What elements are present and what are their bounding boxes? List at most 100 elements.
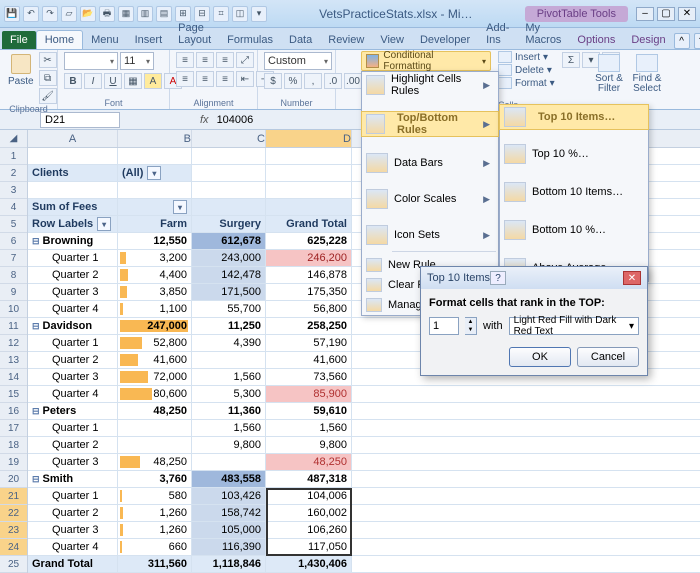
cell[interactable]: 52,800: [118, 335, 192, 351]
cell[interactable]: [192, 199, 266, 215]
tab-design[interactable]: Design: [623, 31, 673, 49]
close-button[interactable]: ✕: [678, 7, 696, 21]
cell[interactable]: 85,900: [266, 386, 352, 402]
row-header[interactable]: 10: [0, 301, 27, 318]
row-header[interactable]: 5: [0, 216, 27, 233]
qat-icon[interactable]: ◫: [232, 6, 248, 22]
cell[interactable]: [28, 182, 118, 198]
tab-review[interactable]: Review: [320, 31, 372, 49]
cell[interactable]: Quarter 2: [28, 267, 118, 283]
cell[interactable]: 1,260: [118, 505, 192, 521]
format-cells-button[interactable]: Format ▾: [498, 77, 555, 89]
cell[interactable]: [266, 199, 352, 215]
menu-highlight-cells[interactable]: Highlight Cells Rules▶: [362, 72, 498, 98]
tab-formulas[interactable]: Formulas: [219, 31, 281, 49]
cell[interactable]: [266, 148, 352, 164]
cell[interactable]: 160,002: [266, 505, 352, 521]
cell[interactable]: 246,200: [266, 250, 352, 266]
align-bottom-icon[interactable]: ≡: [216, 52, 234, 68]
cell[interactable]: 1,430,406: [266, 556, 352, 572]
tab-menu[interactable]: Menu: [83, 31, 127, 49]
fx-icon[interactable]: fx: [200, 114, 209, 126]
cell[interactable]: 311,560: [118, 556, 192, 572]
cell[interactable]: 56,800: [266, 301, 352, 317]
row-header[interactable]: 11: [0, 318, 27, 335]
cell[interactable]: 57,190: [266, 335, 352, 351]
row-header[interactable]: 2: [0, 165, 27, 182]
cell[interactable]: 116,390: [192, 539, 266, 555]
cell[interactable]: 1,560: [192, 369, 266, 385]
format-painter-icon[interactable]: 🖌: [39, 88, 57, 104]
row-header[interactable]: 18: [0, 437, 27, 454]
tab-file[interactable]: File: [2, 31, 36, 49]
new-icon[interactable]: ▱: [61, 6, 77, 22]
currency-icon[interactable]: $: [264, 73, 282, 89]
cell[interactable]: 1,100: [118, 301, 192, 317]
cell[interactable]: 106,260: [266, 522, 352, 538]
font-combo[interactable]: ▾: [64, 52, 118, 70]
row-header[interactable]: 8: [0, 267, 27, 284]
cell[interactable]: 3,760: [118, 471, 192, 487]
print-icon[interactable]: 🖶: [99, 6, 115, 22]
cell[interactable]: Quarter 1: [28, 335, 118, 351]
row-filter-dropdown[interactable]: ▾: [97, 217, 111, 231]
cell[interactable]: 9,800: [266, 437, 352, 453]
cell[interactable]: 80,600: [118, 386, 192, 402]
cell[interactable]: 243,000: [192, 250, 266, 266]
cell[interactable]: 5,300: [192, 386, 266, 402]
cell[interactable]: 41,600: [266, 352, 352, 368]
row-header[interactable]: 9: [0, 284, 27, 301]
cell[interactable]: [192, 352, 266, 368]
align-center-icon[interactable]: ≡: [196, 71, 214, 87]
menu-icon-sets[interactable]: Icon Sets▶: [362, 222, 498, 248]
cell[interactable]: 103,426: [192, 488, 266, 504]
cell[interactable]: [118, 420, 192, 436]
border-icon[interactable]: ▦: [124, 73, 142, 89]
row-header[interactable]: 16: [0, 403, 27, 420]
cell[interactable]: 72,000: [118, 369, 192, 385]
cell[interactable]: 175,350: [266, 284, 352, 300]
cell[interactable]: 158,742: [192, 505, 266, 521]
cell[interactable]: 104,006: [266, 488, 352, 504]
cell[interactable]: [266, 182, 352, 198]
open-icon[interactable]: 📂: [80, 6, 96, 22]
cell[interactable]: [28, 148, 118, 164]
row-header[interactable]: 1: [0, 148, 27, 165]
cell[interactable]: ⊟Browning: [28, 233, 118, 249]
align-middle-icon[interactable]: ≡: [196, 52, 214, 68]
row-header[interactable]: 24: [0, 539, 27, 556]
row-header[interactable]: 3: [0, 182, 27, 199]
cell[interactable]: Farm: [118, 216, 192, 232]
cell[interactable]: 258,250: [266, 318, 352, 334]
select-all-corner[interactable]: ◢: [0, 130, 27, 148]
italic-icon[interactable]: I: [84, 73, 102, 89]
cell[interactable]: 59,610: [266, 403, 352, 419]
cell[interactable]: Grand Total: [266, 216, 352, 232]
row-header[interactable]: 4: [0, 199, 27, 216]
rank-count-input[interactable]: 1: [429, 317, 459, 335]
cell[interactable]: (All)▾: [118, 165, 192, 181]
insert-cells-button[interactable]: Insert ▾: [498, 51, 555, 63]
underline-icon[interactable]: U: [104, 73, 122, 89]
font-size-combo[interactable]: 11▾: [120, 52, 154, 70]
submenu-top10-pct[interactable]: Top 10 %…: [500, 141, 648, 167]
cell[interactable]: 171,500: [192, 284, 266, 300]
spinner-buttons[interactable]: ▲▼: [465, 317, 477, 335]
help-icon[interactable]: ?: [694, 33, 700, 49]
tab-view[interactable]: View: [372, 31, 412, 49]
cell[interactable]: 4,400: [118, 267, 192, 283]
menu-color-scales[interactable]: Color Scales▶: [362, 186, 498, 212]
cut-icon[interactable]: ✂: [39, 52, 57, 68]
cell[interactable]: Quarter 1: [28, 250, 118, 266]
cell[interactable]: ⊟Smith: [28, 471, 118, 487]
tab-data[interactable]: Data: [281, 31, 320, 49]
row-header[interactable]: 7: [0, 250, 27, 267]
indent-dec-icon[interactable]: ⇤: [236, 71, 254, 87]
cell[interactable]: Quarter 2: [28, 505, 118, 521]
cell[interactable]: [192, 148, 266, 164]
cell[interactable]: 12,550: [118, 233, 192, 249]
tab-page-layout[interactable]: Page Layout: [170, 19, 219, 49]
cell[interactable]: Quarter 1: [28, 488, 118, 504]
cell[interactable]: 487,318: [266, 471, 352, 487]
cell[interactable]: 48,250: [266, 454, 352, 470]
